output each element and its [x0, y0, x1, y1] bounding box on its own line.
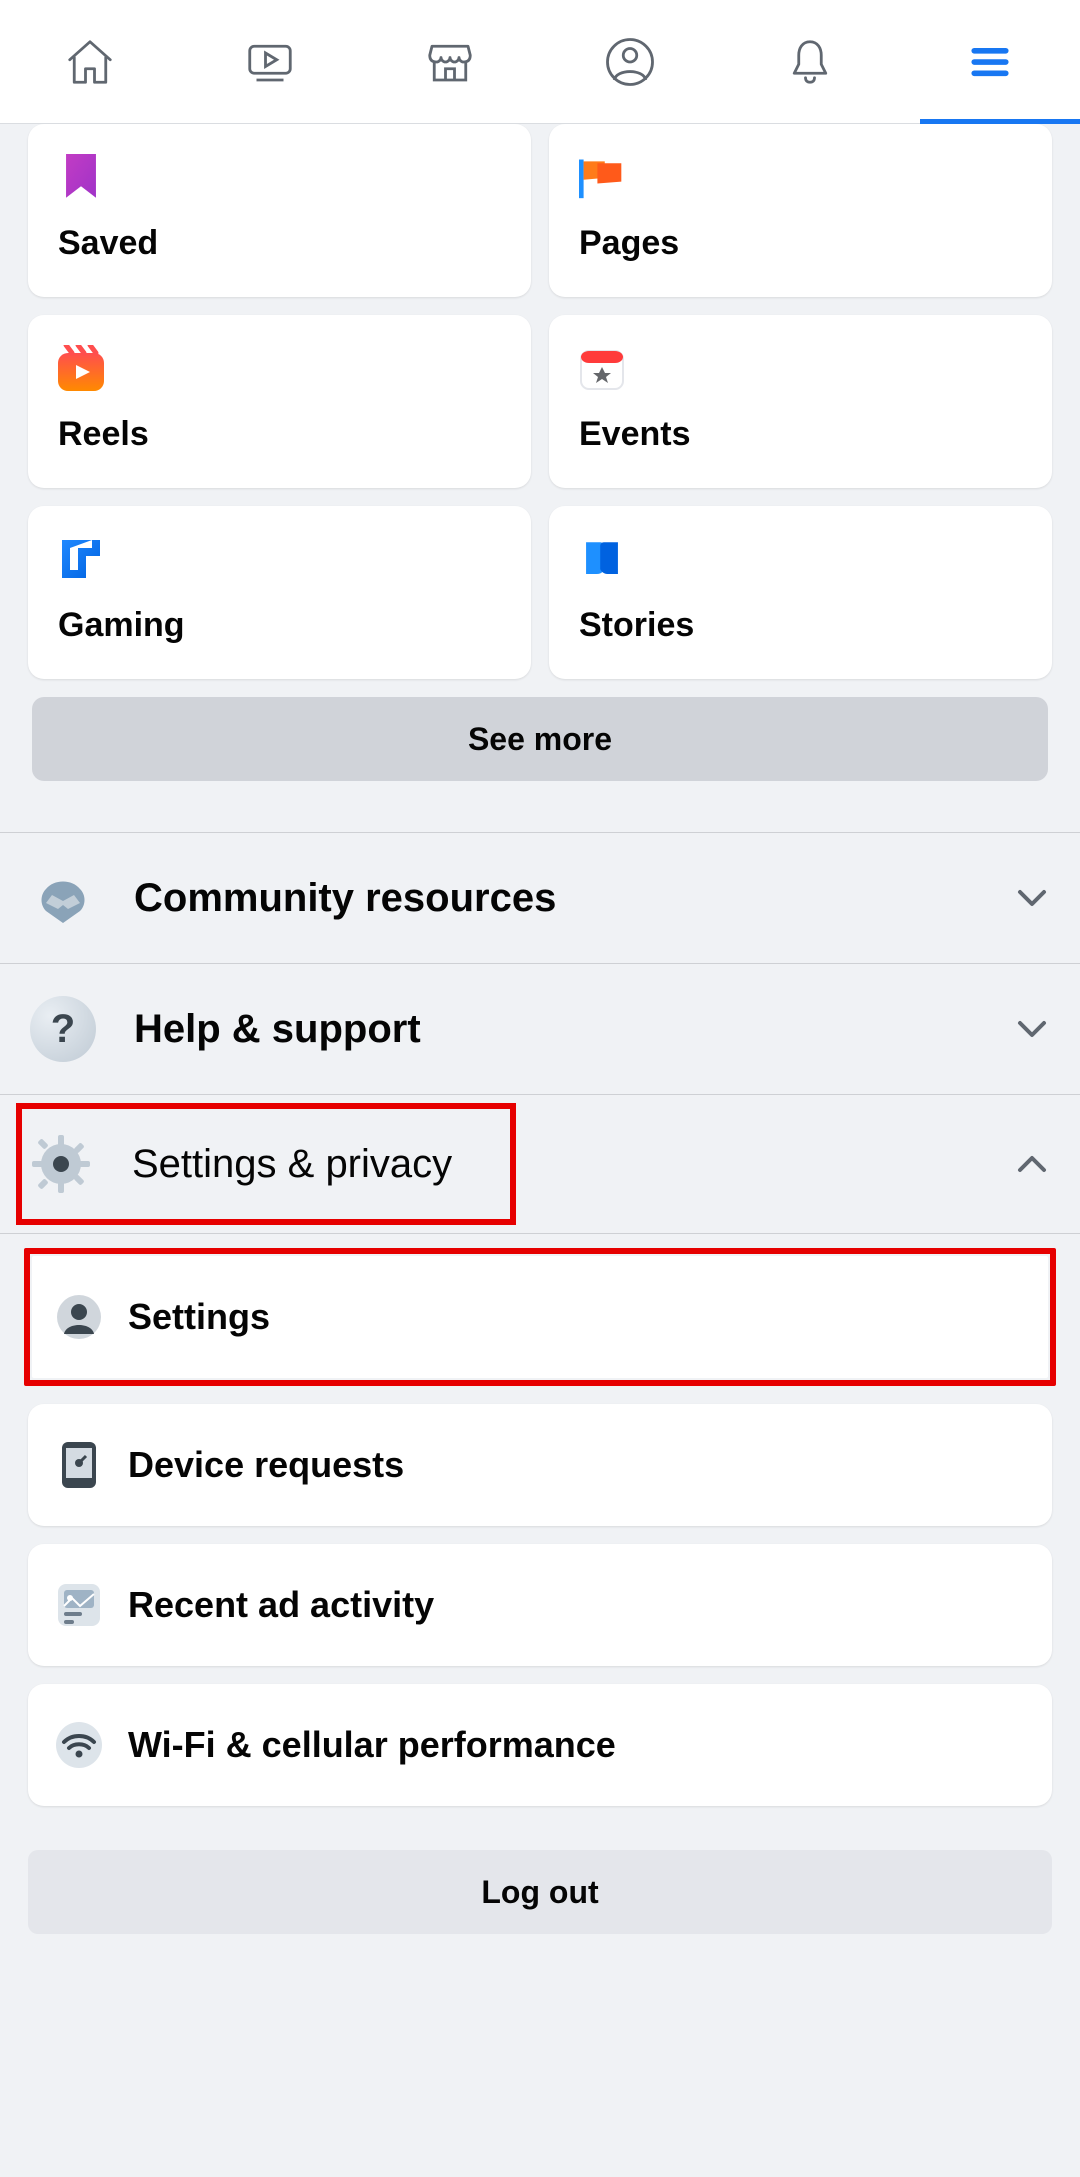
menu-icon: [963, 35, 1017, 89]
logout-button[interactable]: Log out: [28, 1850, 1052, 1934]
settings-item-label: Wi-Fi & cellular performance: [128, 1724, 616, 1766]
top-nav: [0, 0, 1080, 124]
settings-item-device-requests[interactable]: Device requests: [28, 1404, 1052, 1526]
shortcut-reels[interactable]: Reels: [28, 315, 531, 488]
profile-icon: [603, 35, 657, 89]
nav-tab-home[interactable]: [0, 0, 180, 123]
see-more-button[interactable]: See more: [32, 697, 1048, 781]
shortcut-saved[interactable]: Saved: [28, 124, 531, 297]
shortcut-label: Reels: [58, 415, 501, 454]
video-icon: [243, 35, 297, 89]
chevron-down-icon: [1014, 880, 1050, 916]
nav-tab-menu[interactable]: [900, 0, 1080, 123]
section-help-support[interactable]: ? Help & support: [0, 964, 1080, 1095]
section-title: Settings & privacy: [132, 1142, 452, 1187]
settings-items-list: Device requests Recent ad activity Wi-Fi: [0, 1404, 1080, 1806]
shortcut-pages[interactable]: Pages: [549, 124, 1052, 297]
settings-item-label: Device requests: [128, 1444, 404, 1486]
reels-icon: [58, 345, 104, 391]
gaming-icon: [58, 536, 104, 582]
shortcut-gaming[interactable]: Gaming: [28, 506, 531, 679]
settings-item-recent-ad-activity[interactable]: Recent ad activity: [28, 1544, 1052, 1666]
section-settings-privacy[interactable]: Settings & privacy: [0, 1095, 1080, 1234]
help-support-icon: ?: [30, 996, 96, 1062]
wifi-icon: [54, 1720, 104, 1770]
pages-icon: [579, 154, 625, 200]
highlight-settings-privacy-header: Settings & privacy: [16, 1103, 516, 1225]
shortcut-label: Stories: [579, 606, 1022, 645]
settings-item-settings[interactable]: Settings: [32, 1256, 1048, 1378]
chevron-down-icon: [1014, 1011, 1050, 1047]
nav-tab-marketplace[interactable]: [360, 0, 540, 123]
section-title: Community resources: [134, 876, 976, 921]
shortcut-label: Events: [579, 415, 1022, 454]
marketplace-icon: [423, 35, 477, 89]
settings-icon: [54, 1292, 104, 1342]
shortcut-label: Saved: [58, 224, 501, 263]
shortcut-stories[interactable]: Stories: [549, 506, 1052, 679]
nav-tab-video[interactable]: [180, 0, 360, 123]
settings-item-label: Recent ad activity: [128, 1584, 434, 1626]
community-resources-icon: [30, 865, 96, 931]
settings-privacy-icon: [28, 1131, 94, 1197]
logout-label: Log out: [481, 1874, 598, 1911]
highlight-settings-item: Settings: [24, 1248, 1056, 1386]
device-requests-icon: [54, 1440, 104, 1490]
see-more-label: See more: [468, 721, 612, 758]
bell-icon: [783, 35, 837, 89]
settings-item-wifi-cellular[interactable]: Wi-Fi & cellular performance: [28, 1684, 1052, 1806]
shortcut-label: Pages: [579, 224, 1022, 263]
nav-tab-notifications[interactable]: [720, 0, 900, 123]
shortcut-events[interactable]: Events: [549, 315, 1052, 488]
saved-icon: [58, 154, 104, 200]
nav-tab-profile[interactable]: [540, 0, 720, 123]
shortcuts-grid: Saved Pages Reels: [0, 124, 1080, 679]
events-icon: [579, 345, 625, 391]
chevron-up-icon: [1014, 1146, 1050, 1182]
shortcut-label: Gaming: [58, 606, 501, 645]
recent-ad-activity-icon: [54, 1580, 104, 1630]
stories-icon: [579, 536, 625, 582]
home-icon: [63, 35, 117, 89]
section-title: Help & support: [134, 1007, 976, 1052]
settings-item-label: Settings: [128, 1296, 270, 1338]
section-community-resources[interactable]: Community resources: [0, 833, 1080, 964]
